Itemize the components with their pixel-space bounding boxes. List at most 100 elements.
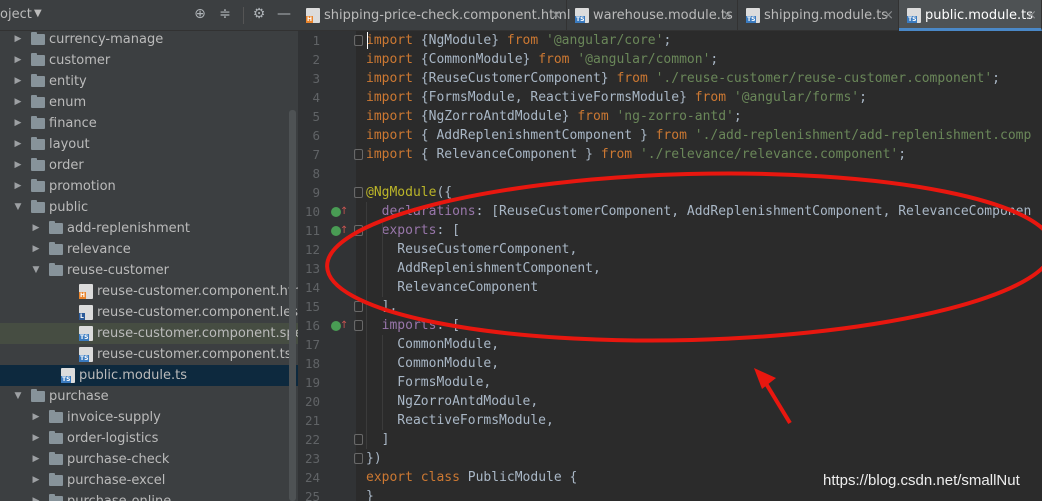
watermark-text: https://blog.csdn.net/smallNut (823, 472, 1020, 489)
chevron-right-icon[interactable]: ▶ (30, 449, 42, 470)
chevron-right-icon[interactable]: ▶ (12, 50, 24, 71)
chevron-right-icon[interactable]: ▶ (30, 428, 42, 449)
tree-row[interactable]: TS reuse-customer.component.ts (0, 344, 298, 365)
tree-row-label: enum (49, 95, 87, 110)
editor-tab[interactable]: TS public.module.ts × (899, 0, 1042, 31)
chevron-right-icon[interactable]: ▶ (12, 113, 24, 134)
fold-marker-icon[interactable] (354, 35, 363, 46)
chevron-right-icon[interactable]: ▶ (12, 92, 24, 113)
fold-marker-icon[interactable] (354, 453, 363, 464)
close-icon[interactable]: × (883, 0, 894, 31)
chevron-down-icon[interactable]: ▼ (12, 197, 24, 218)
folder-icon (31, 32, 45, 45)
line-number: 19 (304, 375, 320, 390)
chevron-right-icon[interactable]: ▶ (12, 176, 24, 197)
tree-row[interactable]: TS reuse-customer.component.spec.ts (0, 323, 298, 344)
tree-row-label: purchase-check (67, 452, 170, 467)
tree-row[interactable]: ▶ order-logistics (0, 428, 298, 449)
folder-icon (31, 95, 45, 108)
tree-row[interactable]: ▶ promotion (0, 176, 298, 197)
indent-guide (366, 202, 367, 449)
tree-row[interactable]: ▶ purchase-check (0, 449, 298, 470)
line-number: 24 (304, 470, 320, 485)
tree-row[interactable]: ▶ enum (0, 92, 298, 113)
folder-icon (49, 242, 63, 255)
chevron-down-icon[interactable]: ▼ (12, 386, 24, 407)
chevron-right-icon[interactable]: ▶ (30, 218, 42, 239)
project-panel-title[interactable]: oject (0, 7, 32, 22)
code-line: FormsModule, (366, 375, 492, 390)
tree-row[interactable]: ▼ purchase (0, 386, 298, 407)
line-number: 18 (304, 356, 320, 371)
tree-row[interactable]: ▶ relevance (0, 239, 298, 260)
tree-row[interactable]: ▶ currency-manage (0, 29, 298, 50)
tree-scrollbar[interactable] (289, 110, 296, 501)
fold-marker-icon[interactable] (354, 434, 363, 445)
tree-row[interactable]: ▶ purchase-online (0, 491, 298, 501)
tree-row[interactable]: ▶ order (0, 155, 298, 176)
chevron-down-icon[interactable]: ▼ (30, 260, 42, 281)
chevron-right-icon[interactable]: ▶ (30, 491, 42, 501)
fold-marker-icon[interactable] (354, 320, 363, 331)
chevron-right-icon[interactable]: ▶ (12, 134, 24, 155)
fold-marker-icon[interactable] (354, 187, 363, 198)
tree-row[interactable]: Lreuse-customer.component.less (0, 302, 298, 323)
fold-marker-icon[interactable] (354, 149, 363, 160)
tree-row-label: customer (49, 53, 111, 68)
chevron-down-icon[interactable]: ▼ (34, 8, 42, 19)
chevron-right-icon[interactable]: ▶ (12, 29, 24, 50)
editor-tab[interactable]: TS shipping.module.ts × (738, 0, 899, 31)
close-icon[interactable]: × (551, 0, 562, 31)
fold-marker-icon[interactable] (354, 225, 363, 236)
chevron-right-icon[interactable]: ▶ (12, 155, 24, 176)
gear-icon[interactable]: ⚙ (250, 6, 268, 22)
folder-icon (31, 137, 45, 150)
collapse-all-icon[interactable]: ≑ (216, 6, 234, 22)
tree-row[interactable]: TS public.module.ts (0, 365, 298, 386)
line-number: 9 (312, 185, 320, 200)
project-panel: oject ▼ ⊕ ≑ ⚙ — ▶ currency-manage ▶ custome… (0, 0, 298, 501)
folder-icon (49, 263, 63, 276)
close-icon[interactable]: × (722, 0, 733, 31)
code-area[interactable]: import {NgModule} from '@angular/core'; i… (366, 31, 1042, 501)
code-line: CommonModule, (366, 356, 500, 371)
chevron-right-icon[interactable]: ▶ (30, 470, 42, 491)
arrow-up-icon: ↑ (340, 206, 349, 217)
tree-row[interactable]: ▶ layout (0, 134, 298, 155)
tree-row-label: purchase (49, 389, 109, 404)
ts-file-icon: TS (907, 8, 921, 23)
editor-tab[interactable]: Hshipping-price-check.component.html × (298, 0, 571, 31)
tab-label: shipping-price-check.component.html (324, 8, 571, 23)
tree-row[interactable]: ▶ purchase-excel (0, 470, 298, 491)
hide-panel-icon[interactable]: — (275, 6, 293, 22)
fold-marker-icon[interactable] (354, 301, 363, 312)
indent-guide (382, 335, 383, 430)
line-number: 14 (304, 280, 320, 295)
tree-row[interactable]: ▼ public (0, 197, 298, 218)
chevron-right-icon[interactable]: ▶ (30, 239, 42, 260)
tree-row[interactable]: Hreuse-customer.component.html (0, 281, 298, 302)
line-number: 17 (304, 337, 320, 352)
tree-row[interactable]: ▶ customer (0, 50, 298, 71)
tree-row[interactable]: ▶ finance (0, 113, 298, 134)
less-file-icon: L (79, 305, 93, 320)
tree-row[interactable]: ▶ add-replenishment (0, 218, 298, 239)
tree-row-label: invoice-supply (67, 410, 161, 425)
close-icon[interactable]: × (1026, 0, 1037, 31)
folder-icon (49, 473, 63, 486)
tree-row-label: purchase-excel (67, 473, 166, 488)
line-number: 15 (304, 299, 320, 314)
chevron-right-icon[interactable]: ▶ (12, 71, 24, 92)
line-number: 4 (312, 90, 320, 105)
editor-tab[interactable]: TS warehouse.module.ts × (567, 0, 738, 31)
tree-row[interactable]: ▶ entity (0, 71, 298, 92)
tree-row-label: promotion (49, 179, 116, 194)
code-line: RelevanceComponent (366, 280, 539, 295)
locate-icon[interactable]: ⊕ (191, 6, 209, 22)
line-number: 25 (304, 489, 320, 501)
tree-row[interactable]: ▶ invoice-supply (0, 407, 298, 428)
code-line: declarations: [ReuseCustomerComponent, A… (381, 204, 1032, 219)
tree-row-label: currency-manage (49, 32, 164, 47)
tree-row[interactable]: ▼ reuse-customer (0, 260, 298, 281)
chevron-right-icon[interactable]: ▶ (30, 407, 42, 428)
